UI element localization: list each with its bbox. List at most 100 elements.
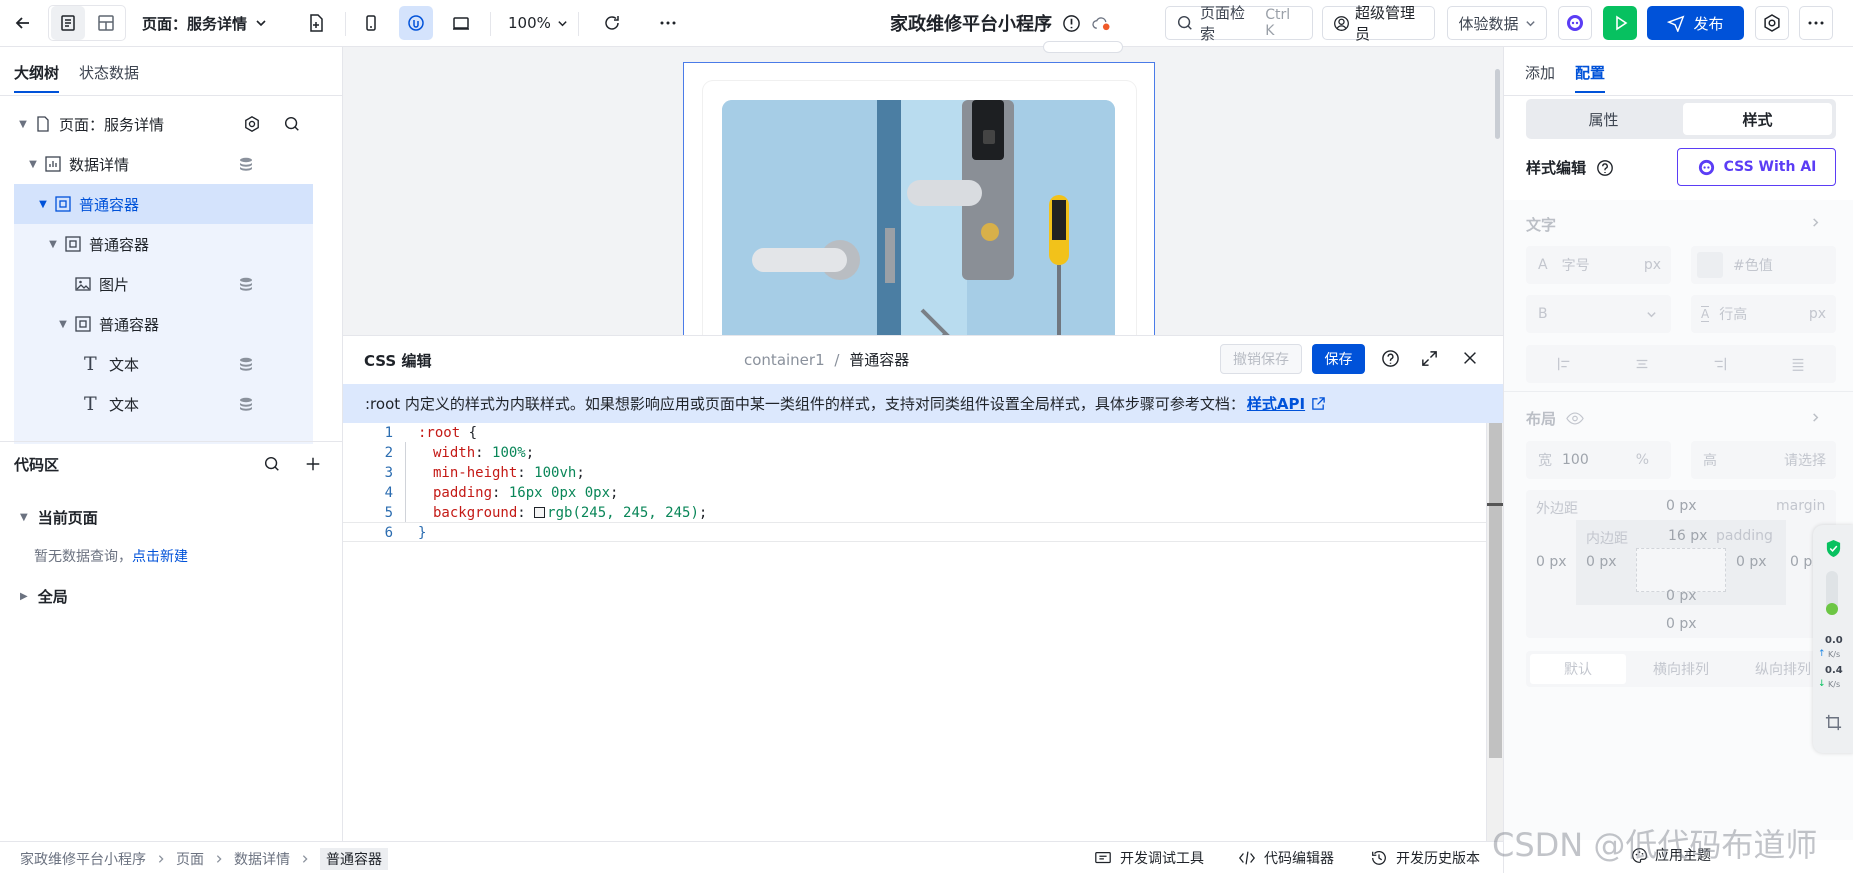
code-area-title: 代码区 xyxy=(14,456,60,474)
grid-view-icon[interactable] xyxy=(89,6,123,40)
undo-save-button[interactable]: 撤销保存 xyxy=(1220,344,1302,374)
add-icon[interactable] xyxy=(304,455,322,473)
selected-container-frame[interactable] xyxy=(683,62,1155,382)
tree-node-image[interactable]: 图片 xyxy=(14,264,313,304)
new-page-icon[interactable] xyxy=(299,6,333,40)
css-with-ai-button[interactable]: CSS With AI xyxy=(1677,148,1836,186)
history-button[interactable]: 开发历史版本 xyxy=(1370,848,1480,868)
caret-down-icon[interactable]: ▼ xyxy=(48,239,58,250)
settings-icon[interactable] xyxy=(243,115,261,133)
help-icon[interactable] xyxy=(1381,349,1400,368)
publish-button[interactable]: 发布 xyxy=(1647,6,1744,40)
caret-down-icon[interactable]: ▼ xyxy=(18,119,28,130)
caret-down-icon[interactable]: ▼ xyxy=(38,199,48,210)
caret-down-icon[interactable]: ▼ xyxy=(58,319,68,330)
tree-node-container-selected[interactable]: ▼ 普通容器 xyxy=(14,184,313,224)
direction-row[interactable]: 横向排列 xyxy=(1631,654,1731,684)
font-size-input[interactable]: A 字号 px xyxy=(1526,246,1671,284)
color-swatch[interactable] xyxy=(1697,252,1723,278)
margin-top-value[interactable]: 0 px xyxy=(1666,498,1697,514)
mobile-device-icon[interactable] xyxy=(354,6,388,40)
chevron-right-icon[interactable] xyxy=(1810,217,1821,228)
tree-node-data-detail[interactable]: ▼ 数据详情 xyxy=(14,144,313,184)
user-menu[interactable]: 超级管理员 xyxy=(1322,4,1435,43)
more-menu-icon[interactable] xyxy=(1799,6,1833,40)
create-query-link[interactable]: 点击新建 xyxy=(132,549,188,565)
line-height-input[interactable]: A 行高 px xyxy=(1691,295,1836,333)
tree-node-container[interactable]: ▼ 普通容器 xyxy=(14,224,313,264)
padding-bottom-value[interactable]: 0 px xyxy=(1666,588,1697,604)
search-icon[interactable] xyxy=(283,115,301,133)
tree-node-container[interactable]: ▼ 普通容器 xyxy=(14,304,313,344)
align-justify-icon[interactable] xyxy=(1790,356,1806,372)
breadcrumb-data[interactable]: 数据详情 xyxy=(234,849,290,869)
save-button[interactable]: 保存 xyxy=(1312,344,1365,374)
eye-icon[interactable] xyxy=(1566,412,1584,425)
css-code-editor[interactable]: 1 :root { 2 width: 100%; 3 min-height: 1… xyxy=(343,423,1486,842)
ai-assistant-icon[interactable] xyxy=(1558,6,1592,40)
dev-tools-label: 开发调试工具 xyxy=(1120,851,1204,867)
segment-properties[interactable]: 属性 xyxy=(1526,103,1681,135)
help-icon[interactable] xyxy=(1596,159,1614,177)
padding-top-value[interactable]: 16 px xyxy=(1668,528,1707,544)
breadcrumb-current[interactable]: 普通容器 xyxy=(320,848,388,870)
align-center-icon[interactable] xyxy=(1634,356,1650,372)
padding-left-value[interactable]: 0 px xyxy=(1586,554,1617,570)
cloud-status-icon[interactable] xyxy=(1091,15,1112,32)
close-icon[interactable] xyxy=(1461,349,1479,367)
tab-add[interactable]: 添加 xyxy=(1525,62,1555,83)
tab-outline-tree[interactable]: 大纲树 xyxy=(14,62,60,93)
chevron-right-icon[interactable] xyxy=(1810,412,1821,423)
dev-tools-button[interactable]: 开发调试工具 xyxy=(1094,848,1204,868)
network-monitor-widget[interactable]: 0.0 ↑ K/s 0.4 ↓ K/s xyxy=(1813,525,1853,753)
page-search-input[interactable]: 页面检索 Ctrl K xyxy=(1165,4,1313,43)
tree-node-text[interactable]: T 文本 xyxy=(14,384,313,424)
outline-view-icon[interactable] xyxy=(51,6,85,40)
segment-style[interactable]: 样式 xyxy=(1683,103,1832,135)
canvas-toolbar-stub xyxy=(1043,41,1123,53)
breadcrumb-page[interactable]: 页面 xyxy=(176,849,204,869)
text-section-title[interactable]: 文字 xyxy=(1526,214,1556,235)
global-group[interactable]: ▶ 全局 xyxy=(20,586,68,607)
current-page-group[interactable]: ▼ 当前页面 xyxy=(20,507,98,528)
align-right-icon[interactable] xyxy=(1712,356,1728,372)
zoom-select[interactable]: 100% xyxy=(508,10,568,36)
code-editor-button[interactable]: 代码编辑器 xyxy=(1238,848,1334,868)
margin-bottom-value[interactable]: 0 px xyxy=(1666,616,1697,632)
editor-scrollbar-thumb[interactable] xyxy=(1489,423,1502,758)
search-icon xyxy=(1176,14,1194,32)
style-api-link[interactable]: 样式API xyxy=(1247,393,1305,414)
width-input[interactable]: 宽 100 % xyxy=(1526,441,1671,479)
page-select[interactable]: 页面：服务详情 xyxy=(142,10,267,36)
more-icon[interactable] xyxy=(651,6,685,40)
external-link-icon[interactable] xyxy=(1311,396,1326,411)
info-icon[interactable] xyxy=(1062,14,1081,33)
padding-right-value[interactable]: 0 px xyxy=(1736,554,1767,570)
miniprogram-device-icon[interactable] xyxy=(399,6,433,40)
tree-node-page[interactable]: ▼ 页面：服务详情 xyxy=(14,104,313,144)
crop-icon[interactable] xyxy=(1824,713,1843,732)
search-icon[interactable] xyxy=(263,455,281,473)
tree-node-text[interactable]: T 文本 xyxy=(14,344,313,384)
margin-left-value[interactable]: 0 px xyxy=(1536,554,1567,570)
app-theme-button[interactable]: 应用主题 xyxy=(1631,845,1711,865)
direction-default[interactable]: 默认 xyxy=(1530,654,1626,684)
back-arrow-icon[interactable] xyxy=(6,6,40,40)
breadcrumb-app[interactable]: 家政维修平台小程序 xyxy=(20,849,146,869)
align-left-icon[interactable] xyxy=(1556,356,1572,372)
settings-gear-icon[interactable] xyxy=(1755,6,1789,40)
refresh-icon[interactable] xyxy=(595,6,629,40)
desktop-device-icon[interactable] xyxy=(444,6,478,40)
caret-down-icon[interactable]: ▼ xyxy=(28,159,38,170)
font-weight-select[interactable]: B xyxy=(1526,295,1671,333)
layout-section-title[interactable]: 布局 xyxy=(1526,408,1584,429)
color-swatch[interactable] xyxy=(534,507,546,518)
expand-icon[interactable] xyxy=(1420,349,1439,368)
color-input[interactable]: #色值 xyxy=(1691,246,1836,284)
tab-state-data[interactable]: 状态数据 xyxy=(79,62,139,83)
preview-play-button[interactable] xyxy=(1603,6,1637,40)
tab-config[interactable]: 配置 xyxy=(1575,62,1606,93)
data-env-select[interactable]: 体验数据 xyxy=(1447,6,1547,40)
canvas-scrollbar[interactable] xyxy=(1495,69,1500,139)
height-input[interactable]: 高 请选择 xyxy=(1691,441,1836,479)
